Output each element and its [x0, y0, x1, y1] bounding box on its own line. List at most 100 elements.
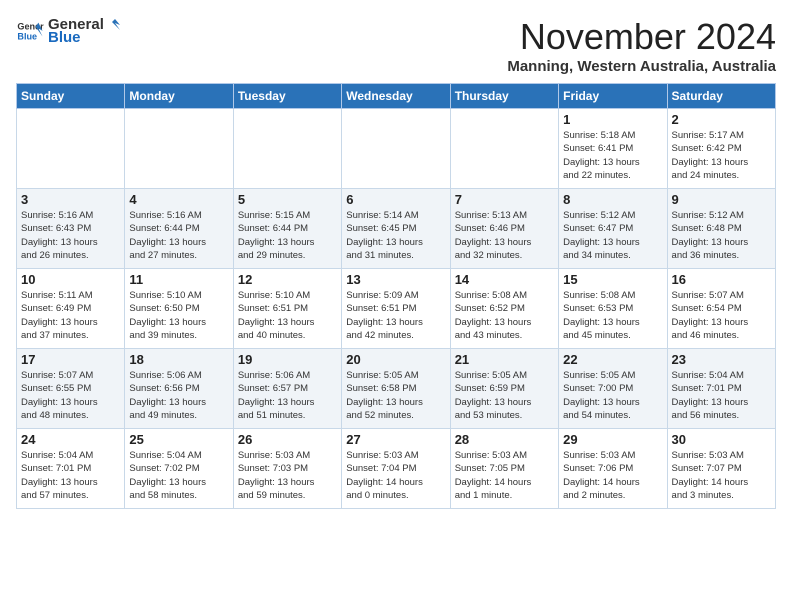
col-header-friday: Friday — [559, 84, 667, 109]
day-info: Sunrise: 5:03 AM Sunset: 7:04 PM Dayligh… — [346, 449, 445, 502]
month-title: November 2024 — [507, 16, 776, 58]
week-row-1: 1Sunrise: 5:18 AM Sunset: 6:41 PM Daylig… — [17, 109, 776, 189]
calendar-cell: 16Sunrise: 5:07 AM Sunset: 6:54 PM Dayli… — [667, 269, 775, 349]
calendar-cell: 26Sunrise: 5:03 AM Sunset: 7:03 PM Dayli… — [233, 429, 341, 509]
col-header-saturday: Saturday — [667, 84, 775, 109]
calendar-cell — [450, 109, 558, 189]
day-number: 3 — [21, 192, 120, 207]
calendar-cell: 30Sunrise: 5:03 AM Sunset: 7:07 PM Dayli… — [667, 429, 775, 509]
calendar-cell: 4 Sunrise: 5:16 AM Sunset: 6:44 PM Daylig… — [125, 189, 233, 269]
header: General Blue General Blue November 2024 … — [16, 16, 776, 75]
calendar-cell: 17 Sunrise: 5:07 AM Sunset: 6:55 PM Dayli… — [17, 349, 125, 429]
calendar-cell: 20 Sunrise: 5:05 AM Sunset: 6:58 PM Dayli… — [342, 349, 450, 429]
day-info: Sunrise: 5:04 AM Sunset: 7:01 PM Dayligh… — [672, 369, 771, 422]
day-info: Sunrise: 5:15 AM Sunset: 6:44 PM Dayligh… — [238, 209, 337, 262]
day-info: Sunrise: 5:16 AM Sunset: 6:44 PM Dayligh… — [129, 209, 228, 262]
day-number: 7 — [455, 192, 554, 207]
day-number: 18 — [129, 352, 228, 367]
day-number: 13 — [346, 272, 445, 287]
calendar-cell: 13Sunrise: 5:09 AM Sunset: 6:51 PM Dayli… — [342, 269, 450, 349]
calendar-cell: 11 Sunrise: 5:10 AM Sunset: 6:50 PM Dayli… — [125, 269, 233, 349]
calendar-cell: 15Sunrise: 5:08 AM Sunset: 6:53 PM Dayli… — [559, 269, 667, 349]
calendar-cell: 2Sunrise: 5:17 AM Sunset: 6:42 PM Daylig… — [667, 109, 775, 189]
calendar-cell: 8Sunrise: 5:12 AM Sunset: 6:47 PM Daylig… — [559, 189, 667, 269]
day-info: Sunrise: 5:05 AM Sunset: 6:59 PM Dayligh… — [455, 369, 554, 422]
day-info: Sunrise: 5:10 AM Sunset: 6:50 PM Dayligh… — [129, 289, 228, 342]
calendar-cell — [342, 109, 450, 189]
svg-text:Blue: Blue — [17, 31, 37, 41]
week-row-4: 17 Sunrise: 5:07 AM Sunset: 6:55 PM Dayli… — [17, 349, 776, 429]
calendar-cell: 19 Sunrise: 5:06 AM Sunset: 6:57 PM Dayli… — [233, 349, 341, 429]
day-number: 1 — [563, 112, 662, 127]
calendar-cell: 18 Sunrise: 5:06 AM Sunset: 6:56 PM Dayli… — [125, 349, 233, 429]
calendar-cell: 12 Sunrise: 5:10 AM Sunset: 6:51 PM Dayli… — [233, 269, 341, 349]
day-number: 24 — [21, 432, 120, 447]
day-info: Sunrise: 5:04 AM Sunset: 7:01 PM Dayligh… — [21, 449, 120, 502]
calendar-cell: 23 Sunrise: 5:04 AM Sunset: 7:01 PM Dayli… — [667, 349, 775, 429]
day-info: Sunrise: 5:03 AM Sunset: 7:05 PM Dayligh… — [455, 449, 554, 502]
day-info: Sunrise: 5:11 AM Sunset: 6:49 PM Dayligh… — [21, 289, 120, 342]
calendar-cell — [17, 109, 125, 189]
day-info: Sunrise: 5:03 AM Sunset: 7:06 PM Dayligh… — [563, 449, 662, 502]
day-number: 22 — [563, 352, 662, 367]
day-number: 5 — [238, 192, 337, 207]
day-info: Sunrise: 5:17 AM Sunset: 6:42 PM Dayligh… — [672, 129, 771, 182]
day-info: Sunrise: 5:07 AM Sunset: 6:55 PM Dayligh… — [21, 369, 120, 422]
day-number: 12 — [238, 272, 337, 287]
day-number: 20 — [346, 352, 445, 367]
logo-icon: General Blue — [16, 17, 44, 45]
day-info: Sunrise: 5:12 AM Sunset: 6:47 PM Dayligh… — [563, 209, 662, 262]
calendar-cell: 24 Sunrise: 5:04 AM Sunset: 7:01 PM Dayli… — [17, 429, 125, 509]
day-info: Sunrise: 5:05 AM Sunset: 6:58 PM Dayligh… — [346, 369, 445, 422]
day-number: 17 — [21, 352, 120, 367]
calendar-cell: 28Sunrise: 5:03 AM Sunset: 7:05 PM Dayli… — [450, 429, 558, 509]
calendar-cell: 22 Sunrise: 5:05 AM Sunset: 7:00 PM Dayli… — [559, 349, 667, 429]
calendar-table: SundayMondayTuesdayWednesdayThursdayFrid… — [16, 83, 776, 509]
day-number: 14 — [455, 272, 554, 287]
day-number: 4 — [129, 192, 228, 207]
day-number: 10 — [21, 272, 120, 287]
day-info: Sunrise: 5:16 AM Sunset: 6:43 PM Dayligh… — [21, 209, 120, 262]
calendar-cell: 5 Sunrise: 5:15 AM Sunset: 6:44 PM Daylig… — [233, 189, 341, 269]
title-area: November 2024 Manning, Western Australia… — [507, 16, 776, 75]
calendar-cell — [233, 109, 341, 189]
calendar-cell: 10 Sunrise: 5:11 AM Sunset: 6:49 PM Dayli… — [17, 269, 125, 349]
day-info: Sunrise: 5:05 AM Sunset: 7:00 PM Dayligh… — [563, 369, 662, 422]
calendar-cell: 27 Sunrise: 5:03 AM Sunset: 7:04 PM Dayli… — [342, 429, 450, 509]
day-number: 25 — [129, 432, 228, 447]
day-info: Sunrise: 5:08 AM Sunset: 6:52 PM Dayligh… — [455, 289, 554, 342]
day-info: Sunrise: 5:13 AM Sunset: 6:46 PM Dayligh… — [455, 209, 554, 262]
week-row-3: 10 Sunrise: 5:11 AM Sunset: 6:49 PM Dayli… — [17, 269, 776, 349]
logo-swoosh — [105, 17, 121, 33]
day-info: Sunrise: 5:06 AM Sunset: 6:57 PM Dayligh… — [238, 369, 337, 422]
location-title: Manning, Western Australia, Australia — [507, 58, 776, 75]
day-info: Sunrise: 5:07 AM Sunset: 6:54 PM Dayligh… — [672, 289, 771, 342]
calendar-cell: 29Sunrise: 5:03 AM Sunset: 7:06 PM Dayli… — [559, 429, 667, 509]
day-number: 6 — [346, 192, 445, 207]
week-row-2: 3 Sunrise: 5:16 AM Sunset: 6:43 PM Daylig… — [17, 189, 776, 269]
calendar-cell — [125, 109, 233, 189]
day-info: Sunrise: 5:06 AM Sunset: 6:56 PM Dayligh… — [129, 369, 228, 422]
col-header-tuesday: Tuesday — [233, 84, 341, 109]
header-row: SundayMondayTuesdayWednesdayThursdayFrid… — [17, 84, 776, 109]
calendar-cell: 21Sunrise: 5:05 AM Sunset: 6:59 PM Dayli… — [450, 349, 558, 429]
day-number: 11 — [129, 272, 228, 287]
day-number: 26 — [238, 432, 337, 447]
day-number: 23 — [672, 352, 771, 367]
week-row-5: 24 Sunrise: 5:04 AM Sunset: 7:01 PM Dayli… — [17, 429, 776, 509]
day-number: 30 — [672, 432, 771, 447]
col-header-monday: Monday — [125, 84, 233, 109]
calendar-cell: 25Sunrise: 5:04 AM Sunset: 7:02 PM Dayli… — [125, 429, 233, 509]
col-header-wednesday: Wednesday — [342, 84, 450, 109]
calendar-cell: 6 Sunrise: 5:14 AM Sunset: 6:45 PM Daylig… — [342, 189, 450, 269]
calendar-cell: 7 Sunrise: 5:13 AM Sunset: 6:46 PM Daylig… — [450, 189, 558, 269]
col-header-thursday: Thursday — [450, 84, 558, 109]
day-number: 19 — [238, 352, 337, 367]
day-info: Sunrise: 5:08 AM Sunset: 6:53 PM Dayligh… — [563, 289, 662, 342]
day-info: Sunrise: 5:14 AM Sunset: 6:45 PM Dayligh… — [346, 209, 445, 262]
calendar-cell: 14 Sunrise: 5:08 AM Sunset: 6:52 PM Dayli… — [450, 269, 558, 349]
col-header-sunday: Sunday — [17, 84, 125, 109]
day-number: 9 — [672, 192, 771, 207]
day-info: Sunrise: 5:10 AM Sunset: 6:51 PM Dayligh… — [238, 289, 337, 342]
day-number: 27 — [346, 432, 445, 447]
